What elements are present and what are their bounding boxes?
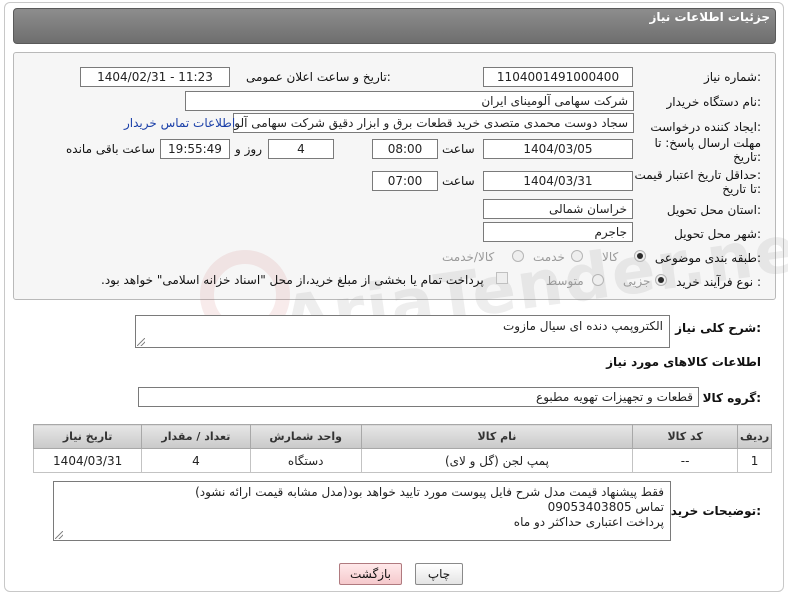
reply-deadline-time-label: ساعت (442, 142, 475, 156)
buyer-notes-line-2: تماس 09053403805 (547, 500, 664, 514)
creator-value: سجاد دوست محمدی متصدی خرید قطعات برق و ا… (234, 116, 628, 130)
page-title: جزئیات اطلاعات نیاز (649, 10, 770, 24)
cell-unit: دستگاه (249, 448, 362, 473)
col-header-code: کد کالا (632, 424, 739, 449)
treasury-checkbox[interactable] (496, 272, 508, 284)
reply-deadline-date-field: 1404/03/05 (483, 139, 633, 159)
description-label: شرح کلی نیاز: (675, 321, 761, 335)
col-header-name: نام کالا (360, 424, 634, 449)
purchase-type-radio-minor[interactable] (655, 274, 667, 286)
cell-code: -- (632, 448, 739, 473)
city-label: شهر محل تحویل: (674, 227, 761, 241)
purchase-type-option-minor: جزیی (623, 274, 651, 288)
days-and-label: روز و (235, 142, 262, 156)
goods-section-title: اطلاعات کالاهای مورد نیاز (606, 355, 761, 369)
cell-qty: 4 (141, 448, 251, 473)
category-radio-goods-service[interactable] (512, 250, 524, 262)
goods-group-field: قطعات و تجهیزات تهویه مطبوع (138, 387, 699, 407)
cell-name: پمپ لجن (گل و لای) (360, 448, 634, 473)
remaining-days-field: 4 (268, 139, 334, 159)
col-header-qty: تعداد / مقدار (141, 424, 251, 449)
need-number-label: شماره نیاز: (703, 70, 761, 84)
reply-deadline-label-2: تاریخ: (733, 150, 761, 164)
description-text: الکتروپمپ دنده ای سیال مازوت (503, 319, 663, 333)
category-label: طبقه بندی موضوعی: (654, 251, 761, 265)
category-option-goods-service: کالا/خدمت (442, 250, 495, 264)
col-header-row-num: ردیف (737, 424, 772, 449)
buyer-contact-link[interactable]: اطلاعات تماس خریدار (124, 116, 235, 130)
print-button[interactable]: چاپ (415, 563, 463, 585)
creator-field: سجاد دوست محمدی متصدی خرید قطعات برق و ا… (233, 113, 634, 133)
purchase-type-radio-medium[interactable] (592, 274, 604, 286)
cell-date: 1404/03/31 (32, 448, 143, 473)
goods-table: ردیف کد کالا نام کالا واحد شمارش تعداد /… (32, 424, 772, 473)
buyer-notes-line-1: فقط پیشنهاد قیمت مدل شرح فایل پیوست مورد… (195, 485, 664, 499)
category-radio-goods[interactable] (634, 250, 646, 262)
price-validity-label-1: حداقل تاریخ اعتبار قیمت: (634, 168, 761, 182)
resize-grip-icon[interactable] (137, 338, 145, 346)
description-textarea: الکتروپمپ دنده ای سیال مازوت (135, 315, 670, 348)
buyer-org-field: شرکت سهامی آلومینای ایران (185, 91, 634, 111)
announce-datetime-label: تاریخ و ساعت اعلان عمومی: (246, 70, 391, 84)
province-label: استان محل تحویل: (666, 203, 761, 217)
cell-row-num: 1 (737, 448, 772, 473)
purchase-type-option-medium: متوسط (546, 274, 584, 288)
province-field: خراسان شمالی (483, 199, 633, 219)
resize-grip-icon[interactable] (55, 531, 63, 539)
price-validity-label-2: تا تاریخ: (722, 182, 761, 196)
remaining-time-field: 19:55:49 (160, 139, 230, 159)
goods-table-header-row: ردیف کد کالا نام کالا واحد شمارش تعداد /… (32, 424, 772, 449)
reply-deadline-label-1: مهلت ارسال پاسخ: تا (654, 136, 761, 150)
back-button[interactable]: بازگشت (339, 563, 402, 585)
price-validity-time-label: ساعت (442, 174, 475, 188)
city-field: جاجرم (483, 222, 633, 242)
price-validity-date-field: 1404/03/31 (483, 171, 633, 191)
announce-datetime-field: 1404/02/31 - 11:23 (80, 67, 230, 87)
goods-group-label: گروه کالا: (702, 391, 761, 405)
price-validity-time-field: 07:00 (372, 171, 438, 191)
treasury-note: پرداخت تمام یا بخشی از مبلغ خرید،از محل … (101, 273, 484, 287)
reply-deadline-time-field: 08:00 (372, 139, 438, 159)
buyer-notes-textarea: فقط پیشنهاد قیمت مدل شرح فایل پیوست مورد… (53, 481, 671, 541)
category-option-goods: کالا (602, 250, 619, 264)
remaining-time-label: ساعت باقی مانده (66, 142, 156, 156)
buyer-notes-label: توضیحات خریدار: (659, 504, 761, 518)
col-header-date: تاریخ نیاز (32, 424, 143, 449)
category-radio-service[interactable] (571, 250, 583, 262)
need-number-field: 1104001491000400 (483, 67, 633, 87)
buyer-notes-line-3: پرداخت اعتباری حداکثر دو ماه (513, 515, 664, 529)
table-row: 1 -- پمپ لجن (گل و لای) دستگاه 4 1404/03… (32, 448, 772, 473)
buyer-org-label: نام دستگاه خریدار: (666, 95, 762, 109)
col-header-unit: واحد شمارش (249, 424, 362, 449)
purchase-type-label: نوع فرآیند خرید : (676, 275, 761, 289)
category-option-service: خدمت (533, 250, 565, 264)
creator-label: ایجاد کننده درخواست: (650, 120, 761, 134)
